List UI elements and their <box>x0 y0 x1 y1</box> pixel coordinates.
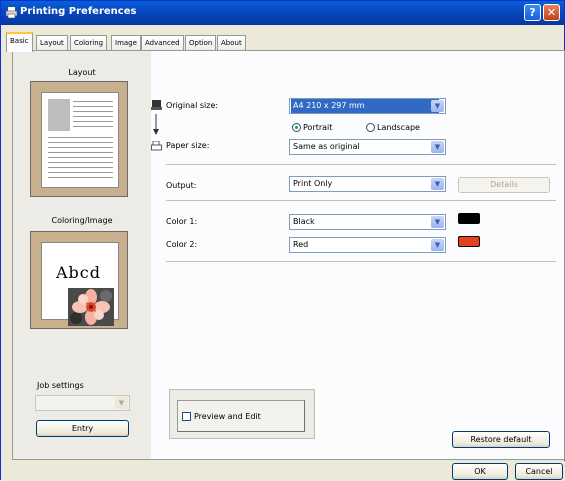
tab-about[interactable]: About <box>217 35 246 51</box>
tab-coloring[interactable]: Coloring <box>70 35 108 51</box>
divider <box>166 164 556 165</box>
tab-image[interactable]: Image <box>111 35 141 51</box>
landscape-label: Landscape <box>377 123 420 132</box>
abcd-sample-text: Abcd <box>56 263 101 282</box>
color2-select[interactable]: Red ▼ <box>289 237 446 253</box>
tab-layout[interactable]: Layout <box>36 35 68 51</box>
page-thumbnail <box>41 92 119 188</box>
close-button[interactable]: ✕ <box>543 4 560 21</box>
restore-default-button[interactable]: Restore default <box>452 431 550 448</box>
portrait-radio[interactable] <box>292 123 301 132</box>
entry-button[interactable]: Entry <box>36 420 129 437</box>
color2-swatch <box>458 236 480 247</box>
preview-and-edit-label: Preview and Edit <box>194 412 261 421</box>
coloring-image-label: Coloring/Image <box>51 216 113 225</box>
down-arrow-icon <box>153 114 159 135</box>
printing-preferences-window: Printing Preferences ? ✕ Basic Layout Co… <box>0 0 565 481</box>
chevron-down-icon[interactable]: ▼ <box>431 100 444 112</box>
output-label: Output: <box>166 181 197 190</box>
cancel-button[interactable]: Cancel <box>515 463 563 480</box>
basic-tab-panel: Layout Coloring/Image Abcd Job settings … <box>12 50 565 460</box>
title-bar[interactable]: Printing Preferences ? ✕ <box>1 1 564 25</box>
layout-preview <box>30 81 128 197</box>
chevron-down-icon: ▼ <box>115 397 128 409</box>
ok-button[interactable]: OK <box>452 463 508 480</box>
details-button[interactable]: Details <box>458 177 550 193</box>
job-settings-label: Job settings <box>37 381 84 390</box>
printer-app-icon <box>6 7 17 18</box>
output-select[interactable]: Print Only ▼ <box>289 176 446 192</box>
job-settings-combo: ▼ <box>35 395 130 411</box>
color1-label: Color 1: <box>166 217 198 226</box>
original-size-select[interactable]: A4 210 x 297 mm ▼ <box>289 98 446 114</box>
flower-icon <box>68 288 114 326</box>
coloring-preview: Abcd <box>30 231 128 329</box>
chevron-down-icon[interactable]: ▼ <box>431 239 444 251</box>
original-size-label: Original size: <box>166 101 219 110</box>
chevron-down-icon[interactable]: ▼ <box>431 141 444 153</box>
preview-and-edit-toggle[interactable]: Preview and Edit <box>177 400 305 432</box>
color2-label: Color 2: <box>166 240 198 249</box>
landscape-radio[interactable] <box>366 123 375 132</box>
help-button[interactable]: ? <box>524 4 541 21</box>
preview-and-edit-checkbox[interactable] <box>182 412 191 421</box>
tab-basic[interactable]: Basic <box>6 32 33 52</box>
paper-size-label: Paper size: <box>166 141 210 150</box>
divider <box>166 261 556 262</box>
layout-label: Layout <box>68 68 96 77</box>
paper-printer-icon <box>151 141 162 151</box>
color1-swatch <box>458 213 480 224</box>
chevron-down-icon[interactable]: ▼ <box>431 216 444 228</box>
chevron-down-icon[interactable]: ▼ <box>431 178 444 190</box>
dialog-footer: OK Cancel <box>1 461 565 481</box>
divider <box>166 200 556 201</box>
window-title: Printing Preferences <box>20 6 137 17</box>
paper-size-select[interactable]: Same as original ▼ <box>289 139 446 155</box>
color-page-thumbnail: Abcd <box>41 242 119 326</box>
color1-select[interactable]: Black ▼ <box>289 214 446 230</box>
tab-option[interactable]: Option <box>185 35 217 51</box>
portrait-label: Portrait <box>303 123 333 132</box>
original-document-icon <box>151 100 162 110</box>
tab-advanced[interactable]: Advanced <box>141 35 184 51</box>
preview-sidebar: Layout Coloring/Image Abcd Job settings … <box>13 51 151 459</box>
flower-sample-image <box>68 288 114 326</box>
